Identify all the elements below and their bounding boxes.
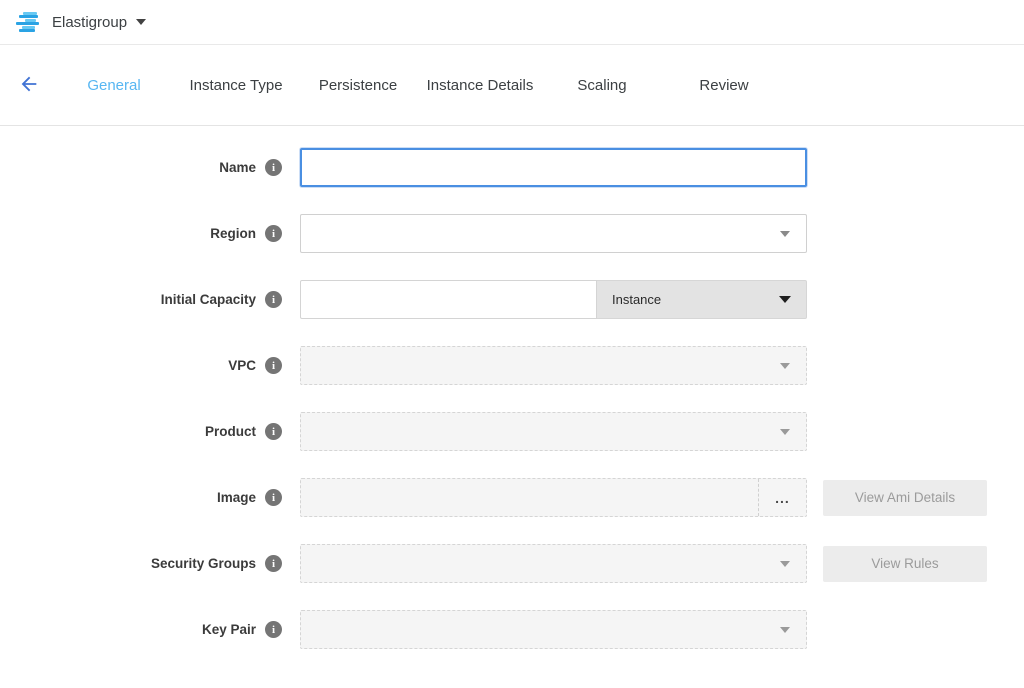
chevron-down-icon — [780, 363, 790, 369]
key-pair-label: Key Pair — [202, 622, 256, 637]
form-row-vpc: VPC i — [0, 346, 1024, 385]
top-app-bar: Elastigroup — [0, 0, 1024, 45]
security-groups-label: Security Groups — [151, 556, 256, 571]
form-row-key-pair: Key Pair i — [0, 610, 1024, 649]
info-icon[interactable]: i — [265, 357, 282, 374]
tab-list: General Instance Type Persistence Instan… — [53, 77, 785, 94]
region-select[interactable] — [300, 214, 807, 253]
tab-scaling[interactable]: Scaling — [541, 77, 663, 94]
info-icon[interactable]: i — [265, 291, 282, 308]
tab-persistence[interactable]: Persistence — [297, 77, 419, 94]
info-icon[interactable]: i — [265, 159, 282, 176]
security-groups-select — [300, 544, 807, 583]
tab-review[interactable]: Review — [663, 77, 785, 94]
product-select — [300, 412, 807, 451]
product-label: Product — [205, 424, 256, 439]
form-row-security-groups: Security Groups i View Rules — [0, 544, 1024, 583]
app-switcher-caret-icon[interactable] — [136, 19, 146, 25]
back-arrow-icon[interactable] — [18, 73, 42, 97]
general-settings-form: Name i Region i Initial Capacity i — [0, 126, 1024, 649]
form-row-product: Product i — [0, 412, 1024, 451]
info-icon[interactable]: i — [265, 423, 282, 440]
initial-capacity-label: Initial Capacity — [161, 292, 256, 307]
info-icon[interactable]: i — [265, 489, 282, 506]
info-icon[interactable]: i — [265, 225, 282, 242]
view-rules-button[interactable]: View Rules — [823, 546, 987, 582]
name-label: Name — [219, 160, 256, 175]
capacity-unit-value: Instance — [612, 292, 661, 307]
app-name[interactable]: Elastigroup — [52, 14, 127, 31]
form-row-initial-capacity: Initial Capacity i Instance — [0, 280, 1024, 319]
chevron-down-icon — [780, 561, 790, 567]
form-row-region: Region i — [0, 214, 1024, 253]
chevron-down-icon — [780, 627, 790, 633]
form-row-image: Image i ... View Ami Details — [0, 478, 1024, 517]
region-label: Region — [210, 226, 256, 241]
name-input[interactable] — [300, 148, 807, 187]
key-pair-select — [300, 610, 807, 649]
image-browse-button[interactable]: ... — [758, 479, 806, 516]
view-ami-details-button[interactable]: View Ami Details — [823, 480, 987, 516]
image-label: Image — [217, 490, 256, 505]
vpc-label: VPC — [228, 358, 256, 373]
image-input: ... — [300, 478, 807, 517]
chevron-down-icon — [780, 231, 790, 237]
vpc-select — [300, 346, 807, 385]
info-icon[interactable]: i — [265, 621, 282, 638]
chevron-down-icon — [780, 429, 790, 435]
elastigroup-logo-icon — [16, 11, 41, 34]
info-icon[interactable]: i — [265, 555, 282, 572]
chevron-down-icon — [779, 296, 791, 303]
initial-capacity-input[interactable] — [300, 280, 597, 319]
wizard-tab-bar: General Instance Type Persistence Instan… — [0, 45, 1024, 126]
capacity-unit-select[interactable]: Instance — [597, 280, 807, 319]
tab-instance-details[interactable]: Instance Details — [419, 77, 541, 94]
tab-instance-type[interactable]: Instance Type — [175, 77, 297, 94]
tab-general[interactable]: General — [53, 77, 175, 94]
form-row-name: Name i — [0, 148, 1024, 187]
